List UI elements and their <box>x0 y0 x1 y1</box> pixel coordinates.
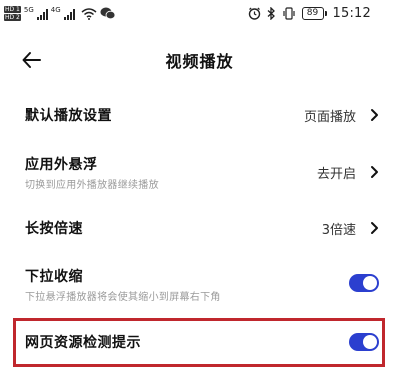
row-title: 下拉收缩 <box>25 269 83 285</box>
status-right: 89 15:12 <box>248 6 371 21</box>
status-bar: HD 1 HD 2 5G 4G 89 15:12 <box>0 0 399 34</box>
page-title: 视频播放 <box>165 52 234 71</box>
row-value: 去开启 <box>316 167 356 182</box>
resource-detect-toggle[interactable] <box>349 333 379 351</box>
signal-icon-2 <box>63 8 75 20</box>
sim-indicators: HD 1 HD 2 <box>4 6 21 21</box>
setting-long-press-speed[interactable]: 长按倍速 3倍速 <box>0 208 399 248</box>
setting-resource-detect: 网页资源检测提示 <box>0 320 399 365</box>
battery-level: 89 <box>301 7 324 20</box>
network-type-1: 5G <box>23 6 34 14</box>
row-value: 3倍速 <box>321 223 356 238</box>
screen: HD 1 HD 2 5G 4G 89 15:12 视频播放 默认播放设置 页面播… <box>0 0 399 379</box>
network-type-2: 4G <box>50 6 61 14</box>
row-value: 页面播放 <box>303 110 356 125</box>
vibrate-icon <box>282 7 295 20</box>
setting-floating[interactable]: 应用外悬浮 切换到应用外播放器继续播放 去开启 <box>0 150 399 196</box>
setting-default-play[interactable]: 默认播放设置 页面播放 <box>0 95 399 135</box>
wechat-icon <box>100 7 116 20</box>
battery-icon: 89 <box>301 7 327 20</box>
toggle-knob <box>363 335 377 349</box>
status-left: HD 1 HD 2 5G 4G <box>4 6 116 21</box>
row-title: 默认播放设置 <box>25 108 112 124</box>
header: 视频播放 <box>0 40 399 80</box>
pull-down-toggle[interactable] <box>349 274 379 292</box>
sim1-badge: HD 1 <box>4 6 21 13</box>
signal-icon <box>36 8 48 20</box>
row-subtitle: 下拉悬浮播放器将会使其缩小到屏幕右下角 <box>25 292 221 303</box>
alarm-icon <box>248 7 260 20</box>
chevron-right-icon <box>371 222 378 234</box>
sim2-badge: HD 2 <box>4 14 21 21</box>
chevron-right-icon <box>371 166 378 178</box>
clock: 15:12 <box>332 6 371 21</box>
row-title: 网页资源检测提示 <box>25 335 141 351</box>
row-title: 长按倍速 <box>25 221 83 237</box>
wifi-icon <box>81 7 97 20</box>
row-title: 应用外悬浮 <box>25 157 98 173</box>
setting-pull-down-shrink: 下拉收缩 下拉悬浮播放器将会使其缩小到屏幕右下角 <box>0 262 399 308</box>
bluetooth-icon <box>267 7 275 20</box>
toggle-knob <box>363 276 377 290</box>
row-subtitle: 切换到应用外播放器继续播放 <box>25 180 159 191</box>
chevron-right-icon <box>371 109 378 121</box>
